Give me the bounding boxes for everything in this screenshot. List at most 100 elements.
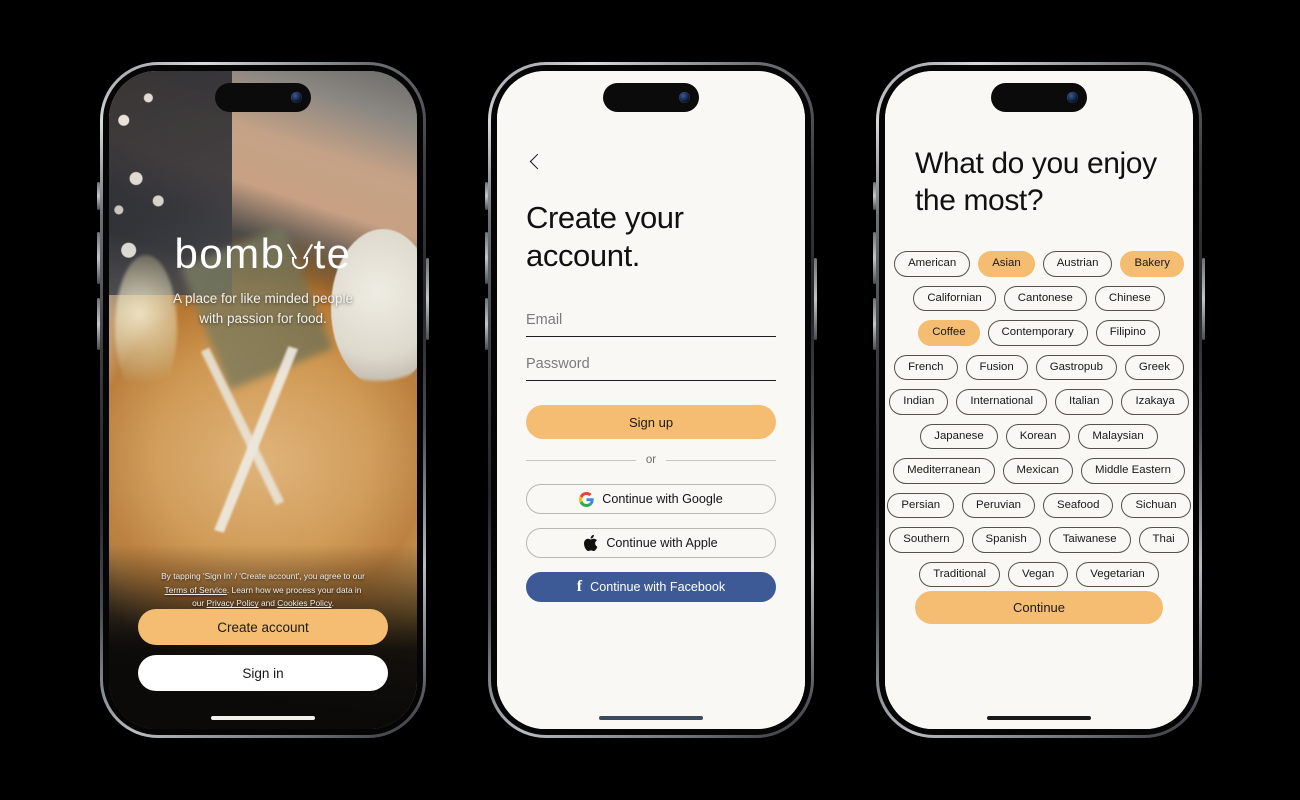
home-indicator[interactable] <box>987 716 1091 720</box>
continue-with-apple-button[interactable]: Continue with Apple <box>526 528 776 558</box>
home-indicator[interactable] <box>211 716 315 720</box>
cuisine-chip[interactable]: Persian <box>887 492 955 519</box>
page-title: What do you enjoy the most? <box>915 147 1157 218</box>
facebook-f-icon: f <box>576 578 583 595</box>
tagline: A place for like minded people with pass… <box>109 289 417 328</box>
cuisine-chip[interactable]: Contemporary <box>987 320 1088 346</box>
front-camera-icon <box>1067 92 1078 103</box>
sign-in-button[interactable]: Sign in <box>138 655 388 691</box>
continue-with-facebook-button[interactable]: f Continue with Facebook <box>526 572 776 602</box>
cuisine-chip[interactable]: Izakaya <box>1121 389 1189 415</box>
legal-line-3-tail: . <box>331 598 334 609</box>
cuisine-chip[interactable]: Sichuan <box>1121 492 1191 519</box>
divider-rule-left <box>526 459 636 461</box>
volume-down-button[interactable] <box>97 298 100 350</box>
create-account-button[interactable]: Create account <box>138 609 388 645</box>
cuisine-chip[interactable]: Greek <box>1124 354 1184 381</box>
cuisine-chip[interactable]: Thai <box>1138 527 1189 553</box>
brand-logo: bomb te <box>174 233 351 275</box>
continue-with-facebook-label: Continue with Facebook <box>590 580 726 594</box>
volume-up-button[interactable] <box>873 232 876 284</box>
cuisine-chip[interactable]: Mediterranean <box>893 458 995 484</box>
legal-disclaimer: By tapping 'Sign In' / 'Create account',… <box>141 570 385 611</box>
legal-line-3-mid: and <box>258 598 278 609</box>
front-camera-icon <box>679 92 690 103</box>
power-button[interactable] <box>814 258 817 340</box>
cuisine-chip[interactable]: Vegetarian <box>1076 561 1159 588</box>
cuisine-chip[interactable]: French <box>894 354 958 381</box>
divider-label: or <box>645 454 657 466</box>
back-chevron-icon[interactable] <box>526 153 544 171</box>
cuisine-chip[interactable]: Coffee <box>918 320 980 346</box>
cuisine-chip[interactable]: Asian <box>978 251 1035 277</box>
cuisine-chip[interactable]: Chinese <box>1094 285 1165 312</box>
chip-row: Coffee Contemporary Filipino <box>901 320 1177 346</box>
chip-row: Indian International Italian Izakaya <box>889 389 1189 415</box>
power-button[interactable] <box>1202 258 1205 340</box>
email-input[interactable] <box>526 312 776 328</box>
screen-create-account: Create your account. Sign up or <box>497 71 805 729</box>
cookies-policy-link[interactable]: Cookies Policy <box>277 598 331 608</box>
cuisine-chip-list: American Asian Austrian Bakery Californian Ca… <box>887 251 1191 596</box>
power-button[interactable] <box>426 258 429 340</box>
cuisine-chip[interactable]: Traditional <box>919 561 1000 588</box>
cuisine-chip[interactable]: Indian <box>889 389 949 415</box>
cuisine-chip[interactable]: Mexican <box>1002 458 1073 484</box>
home-indicator[interactable] <box>599 716 703 720</box>
dynamic-island <box>991 83 1087 112</box>
phone-mockup-splash: bomb te A place for like minded people w… <box>97 62 429 738</box>
volume-down-button[interactable] <box>873 298 876 350</box>
cuisine-chip[interactable]: Southern <box>889 527 964 553</box>
password-field-wrapper <box>526 355 776 381</box>
cuisine-chip[interactable]: Japanese <box>920 423 998 450</box>
chip-row: American Asian Austrian Bakery <box>894 251 1184 277</box>
google-g-icon <box>579 491 594 507</box>
continue-button[interactable]: Continue <box>915 591 1163 624</box>
splash-actions: Create account Sign in <box>138 609 388 691</box>
cuisine-chip[interactable]: Austrian <box>1042 251 1113 277</box>
divider-rule-right <box>666 459 777 461</box>
volume-down-button[interactable] <box>485 298 488 350</box>
divider-or: or <box>526 454 777 466</box>
privacy-policy-link[interactable]: Privacy Policy <box>207 598 259 608</box>
cuisine-chip[interactable]: Spanish <box>971 527 1041 553</box>
tagline-line-2: with passion for food. <box>199 310 327 326</box>
mute-switch[interactable] <box>97 182 100 210</box>
cuisine-chip[interactable]: Fusion <box>965 354 1028 381</box>
sign-up-button[interactable]: Sign up <box>526 405 776 439</box>
cuisine-chip[interactable]: Taiwanese <box>1048 527 1131 553</box>
cuisine-chip[interactable]: International <box>956 389 1048 415</box>
cuisine-chip[interactable]: Gastropub <box>1035 354 1117 381</box>
cuisine-chip[interactable]: Malaysian <box>1078 423 1158 450</box>
cuisine-chip[interactable]: Bakery <box>1120 251 1184 277</box>
cuisine-chip[interactable]: Middle Eastern <box>1080 458 1185 484</box>
volume-up-button[interactable] <box>97 232 100 284</box>
email-field-wrapper <box>526 311 776 337</box>
mute-switch[interactable] <box>485 182 488 210</box>
mute-switch[interactable] <box>873 182 876 210</box>
continue-with-google-button[interactable]: Continue with Google <box>526 484 776 514</box>
front-camera-icon <box>291 92 302 103</box>
cuisine-chip[interactable]: Filipino <box>1095 320 1160 346</box>
cuisine-chip[interactable]: Vegan <box>1007 561 1069 588</box>
cuisine-chip[interactable]: Seafood <box>1043 492 1114 519</box>
legal-line-3-head: our <box>192 598 207 609</box>
cuisine-chip[interactable]: Cantonese <box>1003 285 1087 312</box>
create-account-page: Create your account. Sign up or <box>497 71 805 729</box>
terms-of-service-link[interactable]: Terms of Service <box>165 585 227 595</box>
password-input[interactable] <box>526 356 776 372</box>
chip-row: Traditional Vegan Vegetarian <box>901 561 1177 588</box>
screenshot-canvas: bomb te A place for like minded people w… <box>0 0 1300 800</box>
cuisine-chip[interactable]: Peruvian <box>962 492 1035 519</box>
chip-row: Japanese Korean Malaysian <box>901 423 1177 450</box>
cuisine-chip[interactable]: American <box>894 251 971 277</box>
preferences-page: What do you enjoy the most? American Asia… <box>885 71 1193 729</box>
cuisine-chip[interactable]: Italian <box>1055 389 1114 415</box>
cuisine-chip[interactable]: Californian <box>913 285 996 312</box>
apple-logo-icon <box>584 535 598 551</box>
volume-up-button[interactable] <box>485 232 488 284</box>
splash-root: bomb te A place for like minded people w… <box>109 71 417 729</box>
cuisine-chip[interactable]: Korean <box>1005 423 1071 450</box>
legal-line-2-tail: . Learn how we process your data in <box>226 584 362 595</box>
screen-preferences: What do you enjoy the most? American Asia… <box>885 71 1193 729</box>
